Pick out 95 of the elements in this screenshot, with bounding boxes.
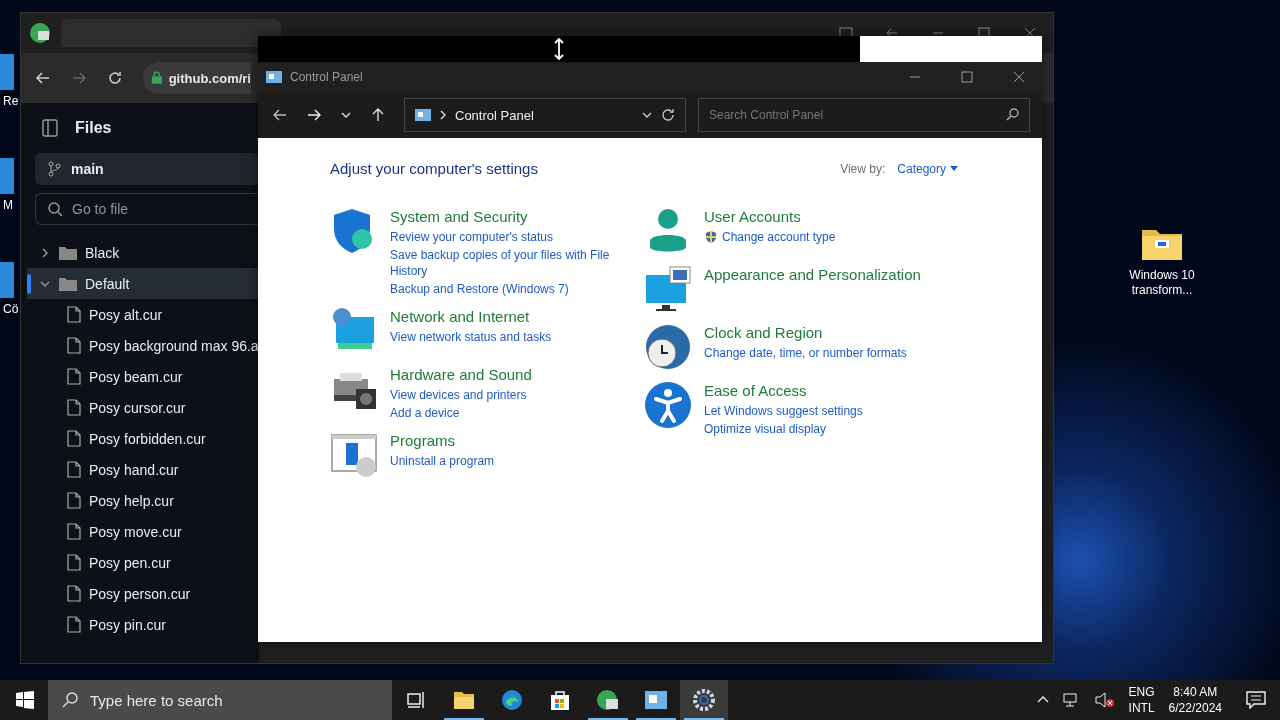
- address-bar[interactable]: github.com/ri: [143, 62, 251, 94]
- view-by-dropdown[interactable]: Category: [897, 161, 946, 176]
- browser-icon: [500, 688, 524, 712]
- file-row[interactable]: Posy cursor.cur: [27, 392, 259, 423]
- task-link[interactable]: Uninstall a program: [390, 453, 610, 469]
- control-panel-icon: [644, 688, 668, 712]
- task-link[interactable]: Add a device: [390, 405, 610, 421]
- task-link[interactable]: Let Windows suggest settings: [704, 403, 924, 419]
- close-icon[interactable]: [1012, 70, 1026, 84]
- file-row[interactable]: Posy hand.cur: [27, 454, 259, 485]
- start-icon[interactable]: [16, 691, 34, 709]
- file-icon: [67, 492, 81, 509]
- files-title: Files: [75, 119, 112, 137]
- store-icon: [548, 688, 572, 712]
- app-icon: [29, 22, 51, 44]
- folder-icon: [59, 245, 77, 260]
- gear-icon: [692, 688, 716, 712]
- control-panel-icon: [266, 71, 282, 83]
- file-icon: [67, 554, 81, 571]
- file-icon: [67, 337, 81, 354]
- desktop-icon-label: Windows 10 transform...: [1128, 268, 1196, 298]
- reload-icon[interactable]: [107, 70, 123, 86]
- up-icon[interactable]: [370, 107, 386, 123]
- category-link[interactable]: Clock and Region: [704, 323, 944, 343]
- caret-icon[interactable]: [950, 166, 958, 171]
- go-to-file-field[interactable]: Go to file: [35, 193, 259, 225]
- file-icon: [67, 616, 81, 633]
- branch-button[interactable]: main: [35, 153, 259, 185]
- file-icon: [67, 585, 81, 602]
- shield-icon: [704, 230, 718, 244]
- resize-cursor-icon: [553, 38, 565, 60]
- file-row[interactable]: Posy person.cur: [27, 578, 259, 609]
- task-link[interactable]: Backup and Restore (Windows 7): [390, 281, 610, 297]
- speaker-muted-icon[interactable]: [1094, 692, 1115, 708]
- task-link[interactable]: Save backup copies of your files with File History: [390, 247, 610, 279]
- lock-icon: [151, 70, 163, 86]
- desktop-icon-label: Cö: [2, 302, 19, 316]
- file-row[interactable]: Posy background max 96.a: [27, 330, 259, 361]
- task-link[interactable]: Review your computer's status: [390, 229, 610, 245]
- search-field[interactable]: Search Control Panel: [698, 98, 1030, 132]
- taskbar-search-field[interactable]: Type here to search: [48, 680, 392, 720]
- category-link[interactable]: Programs: [390, 431, 630, 451]
- category-link[interactable]: Hardware and Sound: [390, 365, 630, 385]
- category-link[interactable]: System and Security: [390, 207, 630, 227]
- clock-globe-icon[interactable]: [644, 323, 692, 371]
- refresh-icon[interactable]: [661, 108, 675, 122]
- file-icon: [67, 399, 81, 416]
- file-row[interactable]: Posy alt.cur: [27, 299, 259, 330]
- file-row[interactable]: Posy help.cur: [27, 485, 259, 516]
- task-link[interactable]: View network status and tasks: [390, 329, 610, 345]
- file-icon: [67, 523, 81, 540]
- monitor-icon[interactable]: [644, 265, 692, 313]
- desktop-icon-label: M: [2, 198, 13, 212]
- branch-icon: [47, 161, 61, 177]
- app-icon: [596, 688, 620, 712]
- task-link[interactable]: Change date, time, or number formats: [704, 345, 924, 361]
- folder-row[interactable]: Black: [27, 237, 259, 268]
- folder-row[interactable]: Default: [27, 268, 259, 299]
- address-bar[interactable]: Control Panel: [404, 98, 686, 132]
- forward-icon[interactable]: [306, 107, 322, 123]
- desktop-icon-label: Re: [2, 94, 19, 108]
- file-icon: [67, 306, 81, 323]
- window-title: Control Panel: [290, 70, 363, 84]
- control-panel-icon: [415, 109, 431, 121]
- search-icon: [47, 201, 63, 217]
- back-icon[interactable]: [35, 70, 51, 86]
- chevron-right-icon: [439, 110, 447, 120]
- notification-icon[interactable]: [1246, 691, 1266, 709]
- category-link[interactable]: Network and Internet: [390, 307, 630, 327]
- task-link[interactable]: Optimize visual display: [704, 421, 924, 437]
- task-link[interactable]: Change account type: [722, 229, 942, 245]
- category-link[interactable]: User Accounts: [704, 207, 944, 227]
- search-icon: [1006, 107, 1020, 121]
- breadcrumb[interactable]: Control Panel: [455, 107, 534, 123]
- category-link[interactable]: Appearance and Personalization: [704, 265, 944, 285]
- clock[interactable]: 8:40 AM 6/22/2024: [1168, 684, 1222, 716]
- file-row[interactable]: Posy beam.cur: [27, 361, 259, 392]
- file-icon: [67, 430, 81, 447]
- file-row[interactable]: Posy forbidden.cur: [27, 423, 259, 454]
- folder-icon: [59, 276, 77, 291]
- category-link[interactable]: Ease of Access: [704, 381, 944, 401]
- file-row[interactable]: Posy pin.cur: [27, 609, 259, 640]
- language-indicator[interactable]: ENG INTL: [1128, 684, 1155, 716]
- file-row[interactable]: Posy move.cur: [27, 516, 259, 547]
- task-link[interactable]: View devices and printers: [390, 387, 610, 403]
- file-icon: [67, 461, 81, 478]
- page-heading: Adjust your computer's settings: [330, 160, 538, 177]
- search-icon: [62, 692, 78, 708]
- file-row[interactable]: Posy pen.cur: [27, 547, 259, 578]
- file-icon: [67, 368, 81, 385]
- view-by-label: View by:: [840, 161, 886, 176]
- program-window-icon[interactable]: [330, 431, 378, 479]
- back-icon[interactable]: [272, 107, 288, 123]
- accessibility-icon[interactable]: [644, 381, 692, 429]
- taskbar-button[interactable]: [680, 680, 728, 720]
